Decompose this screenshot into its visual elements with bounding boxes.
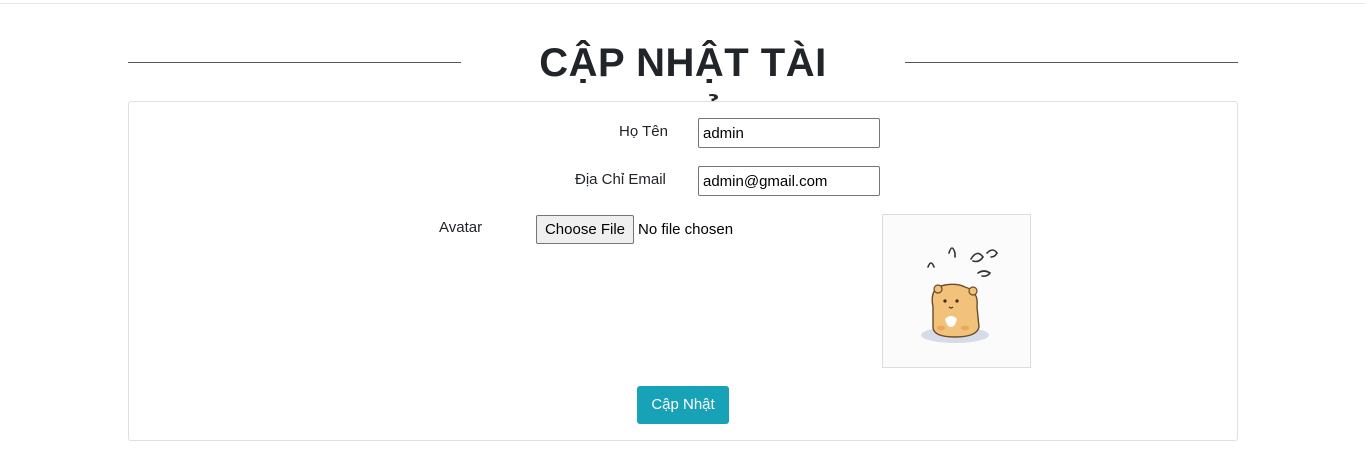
- hamster-illustration-icon: [921, 247, 998, 343]
- avatar-image: [882, 214, 1031, 368]
- account-form-card: Họ Tên Địa Chỉ Email Avatar Choose File …: [128, 101, 1238, 441]
- name-input[interactable]: [698, 118, 880, 148]
- choose-file-button[interactable]: Choose File: [536, 215, 634, 244]
- page-header: CẬP NHẬT TÀI KHOẢN: [128, 36, 1238, 139]
- update-button[interactable]: Cập Nhật: [637, 386, 729, 424]
- file-status-text: No file chosen: [638, 221, 734, 238]
- email-label: Địa Chỉ Email: [575, 171, 666, 188]
- name-label: Họ Tên: [619, 123, 668, 140]
- title-line-right: [905, 62, 1238, 63]
- email-input[interactable]: [698, 166, 880, 196]
- top-divider: [0, 3, 1365, 4]
- avatar-label: Avatar: [439, 219, 483, 236]
- title-line-left: [128, 62, 461, 63]
